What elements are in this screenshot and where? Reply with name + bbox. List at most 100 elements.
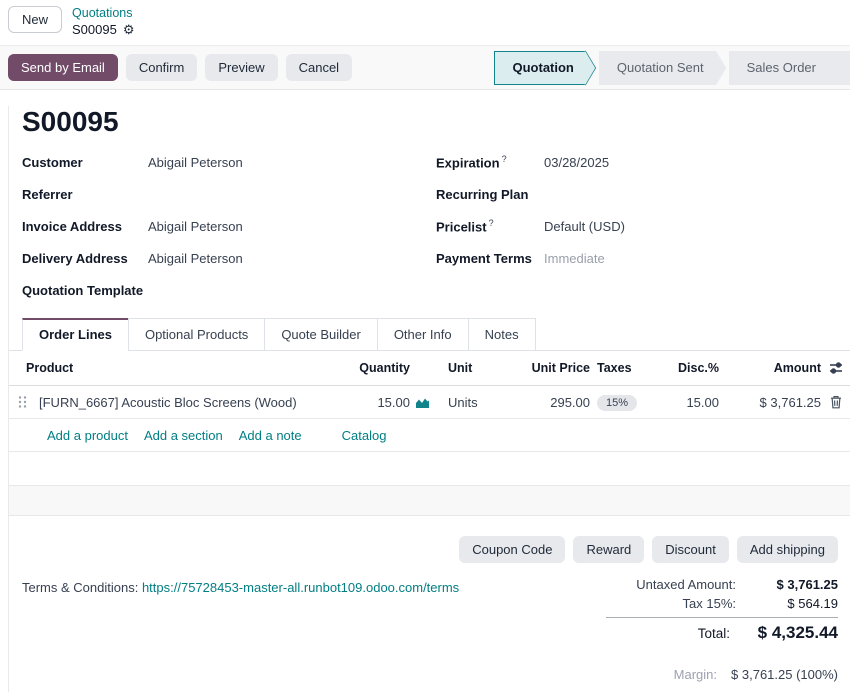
add-a-section-link[interactable]: Add a section [144, 428, 223, 443]
margin-row: Margin: $ 3,761.25 (100%) [9, 667, 850, 682]
tax-badge[interactable]: 15% [597, 395, 637, 411]
pricelist-value[interactable]: Default (USD) [544, 219, 625, 234]
breadcrumb-current-record: S00095 [72, 22, 117, 38]
help-icon[interactable]: ? [489, 218, 494, 228]
tab-other-info[interactable]: Other Info [377, 318, 469, 351]
promo-buttons-row: Coupon Code Reward Discount Add shipping [9, 536, 850, 563]
field-label: Referrer [22, 187, 148, 202]
notebook-tabs: Order Lines Optional Products Quote Buil… [9, 318, 850, 351]
delivery-address-value[interactable]: Abigail Peterson [148, 251, 243, 266]
fields-right-column: Expiration? 03/28/2025 Recurring Plan Pr… [436, 146, 826, 306]
field-payment-terms: Payment Terms Immediate [436, 242, 826, 274]
column-unit: Unit [434, 361, 524, 375]
add-shipping-button[interactable]: Add shipping [737, 536, 838, 563]
field-label: Recurring Plan [436, 187, 544, 202]
add-a-product-link[interactable]: Add a product [47, 428, 128, 443]
untaxed-amount-label: Untaxed Amount: [636, 577, 736, 592]
field-referrer: Referrer [22, 178, 412, 210]
unit-cell[interactable]: Units [434, 395, 524, 410]
status-step-quotation[interactable]: Quotation [494, 51, 586, 85]
empty-table-row [9, 452, 850, 486]
catalog-link[interactable]: Catalog [342, 428, 387, 443]
status-step-sales-order[interactable]: Sales Order [729, 51, 850, 85]
field-label: Pricelist? [436, 218, 544, 234]
breadcrumb: Quotations S00095 ⚙ [72, 6, 134, 38]
invoice-address-value[interactable]: Abigail Peterson [148, 219, 243, 234]
quantity-cell[interactable]: 15.00 [330, 395, 410, 410]
total-row: Total: $ 4,325.44 [606, 621, 838, 645]
order-lines-header: Product Quantity Unit Unit Price Taxes D… [9, 351, 850, 386]
column-amount: Amount [719, 361, 821, 375]
total-value: $ 4,325.44 [730, 623, 838, 643]
field-recurring-plan: Recurring Plan [436, 178, 826, 210]
field-label: Quotation Template [22, 283, 148, 298]
empty-table-row [9, 486, 850, 516]
terms-label: Terms & Conditions: [22, 580, 138, 595]
terms-url-link[interactable]: https://75728453-master-all.runbot109.od… [142, 580, 459, 595]
drag-handle-icon[interactable] [9, 395, 35, 409]
untaxed-amount-value: $ 3,761.25 [736, 577, 838, 592]
amount-cell: $ 3,761.25 [719, 395, 821, 410]
customer-value[interactable]: Abigail Peterson [148, 155, 243, 170]
bottom-section: Terms & Conditions: https://75728453-mas… [9, 575, 850, 645]
field-pricelist: Pricelist? Default (USD) [436, 210, 826, 242]
expiration-value[interactable]: 03/28/2025 [544, 155, 609, 170]
column-product: Product [9, 361, 330, 375]
field-expiration: Expiration? 03/28/2025 [436, 146, 826, 178]
action-bar: Send by Email Confirm Preview Cancel Quo… [0, 46, 850, 90]
tab-optional-products[interactable]: Optional Products [128, 318, 265, 351]
disc-cell[interactable]: 15.00 [665, 395, 719, 410]
field-customer: Customer Abigail Peterson [22, 146, 412, 178]
record-title: S00095 [22, 106, 850, 138]
send-by-email-button[interactable]: Send by Email [8, 54, 118, 81]
totals-block: Untaxed Amount: $ 3,761.25 Tax 15%: $ 56… [606, 575, 838, 645]
fields-left-column: Customer Abigail Peterson Referrer Invoi… [22, 146, 412, 306]
field-delivery-address: Delivery Address Abigail Peterson [22, 242, 412, 274]
help-icon[interactable]: ? [502, 154, 507, 164]
payment-terms-value[interactable]: Immediate [544, 251, 605, 266]
tax-row: Tax 15%: $ 564.19 [606, 594, 838, 613]
unit-price-cell[interactable]: 295.00 [524, 395, 590, 410]
taxes-cell[interactable]: 15% [590, 394, 665, 411]
discount-button[interactable]: Discount [652, 536, 729, 563]
field-label: Delivery Address [22, 251, 148, 266]
tab-quote-builder[interactable]: Quote Builder [264, 318, 378, 351]
column-disc: Disc.% [665, 361, 719, 375]
breadcrumb-quotations-link[interactable]: Quotations [72, 6, 134, 22]
totals-divider [606, 617, 838, 618]
forecast-chart-icon[interactable] [410, 396, 434, 409]
tab-order-lines[interactable]: Order Lines [22, 318, 129, 351]
add-a-note-link[interactable]: Add a note [239, 428, 302, 443]
order-line-row: [FURN_6667] Acoustic Bloc Screens (Wood)… [9, 386, 850, 419]
column-taxes: Taxes [590, 361, 665, 375]
product-cell[interactable]: [FURN_6667] Acoustic Bloc Screens (Wood) [35, 395, 330, 410]
cancel-button[interactable]: Cancel [286, 54, 352, 81]
form-sheet: S00095 Customer Abigail Peterson Referre… [8, 106, 850, 692]
reward-button[interactable]: Reward [573, 536, 644, 563]
confirm-button[interactable]: Confirm [126, 54, 198, 81]
field-label: Expiration? [436, 154, 544, 170]
untaxed-amount-row: Untaxed Amount: $ 3,761.25 [606, 575, 838, 594]
margin-label: Margin: [674, 667, 717, 682]
new-button[interactable]: New [8, 6, 62, 33]
total-label: Total: [698, 626, 730, 641]
field-quotation-template: Quotation Template [22, 274, 412, 306]
status-pipeline: Quotation Quotation Sent Sales Order [494, 46, 850, 89]
optional-columns-icon[interactable] [821, 361, 850, 375]
field-invoice-address: Invoice Address Abigail Peterson [22, 210, 412, 242]
terms-and-conditions: Terms & Conditions: https://75728453-mas… [22, 580, 459, 645]
tab-notes[interactable]: Notes [468, 318, 536, 351]
trash-icon[interactable] [821, 395, 850, 409]
gear-icon[interactable]: ⚙ [123, 22, 135, 38]
tax-label: Tax 15%: [683, 596, 736, 611]
breadcrumb-bar: New Quotations S00095 ⚙ [0, 0, 850, 46]
column-unit-price: Unit Price [524, 361, 590, 375]
column-quantity: Quantity [330, 361, 410, 375]
coupon-code-button[interactable]: Coupon Code [459, 536, 565, 563]
preview-button[interactable]: Preview [205, 54, 277, 81]
field-label: Invoice Address [22, 219, 148, 234]
margin-value: $ 3,761.25 (100%) [731, 667, 838, 682]
order-line-actions: Add a product Add a section Add a note C… [9, 419, 850, 452]
status-step-quotation-sent[interactable]: Quotation Sent [599, 51, 716, 85]
field-label: Payment Terms [436, 251, 544, 266]
